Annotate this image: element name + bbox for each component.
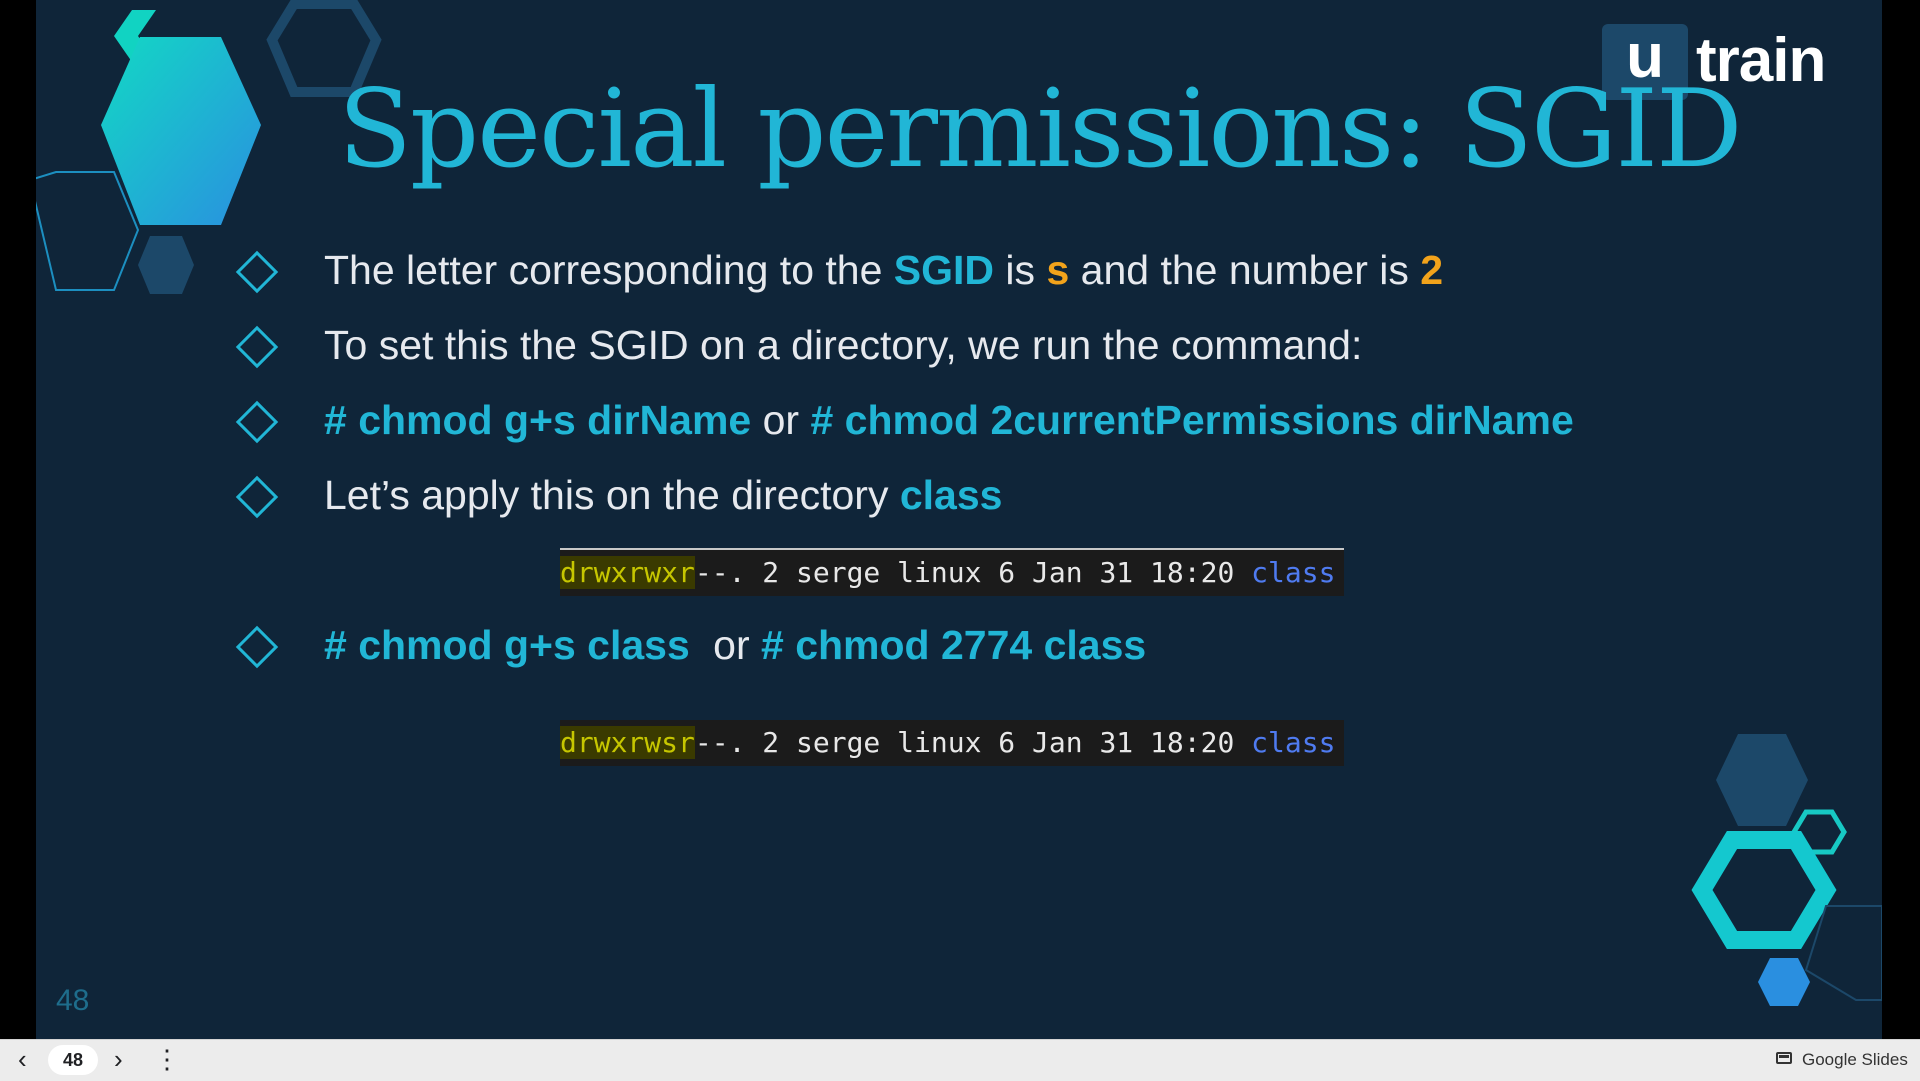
listing-name: class bbox=[1251, 556, 1336, 589]
terminal-output-before: drwxrwxr--. 2 serge linux 6 Jan 31 18:20… bbox=[560, 548, 1344, 596]
directory-name: class bbox=[899, 472, 1003, 518]
bullet-5: # chmod g+s class or # chmod 2774 class bbox=[36, 620, 1736, 680]
command-text: # chmod 2774 class bbox=[761, 622, 1147, 668]
bullet-text-part: and the number is bbox=[1069, 247, 1421, 293]
bullet-text-part: To set this the SGID on a directory, we … bbox=[324, 322, 1363, 368]
listing-name: class bbox=[1251, 726, 1336, 759]
slides-icon bbox=[1776, 1052, 1792, 1064]
diamond-bullet-icon bbox=[235, 325, 279, 369]
bullet-text-part: Let’s apply this on the directory bbox=[324, 472, 900, 518]
permission-text: drwxrwxr bbox=[560, 556, 695, 589]
bullet-text: The letter corresponding to the SGID is … bbox=[324, 245, 1443, 295]
diamond-bullet-icon bbox=[235, 625, 279, 669]
slide-title: Special permissions: SGID bbox=[338, 67, 1743, 192]
bullet-text-part: or bbox=[713, 622, 762, 668]
sgid-letter: s bbox=[1046, 247, 1070, 293]
listing-details: --. 2 serge linux 6 Jan 31 18:20 bbox=[694, 556, 1252, 589]
terminal-output-after: drwxrwsr--. 2 serge linux 6 Jan 31 18:20… bbox=[560, 720, 1344, 766]
slide-page-number: 48 bbox=[56, 984, 90, 1017]
bullet-4: Let’s apply this on the directory class bbox=[36, 470, 1736, 530]
hexagon-decoration bbox=[1716, 734, 1808, 826]
google-slides-link[interactable]: Google Slides bbox=[1776, 1050, 1916, 1074]
permission-text: drwxrwsr bbox=[560, 726, 695, 759]
bullet-text-part: The letter corresponding to the bbox=[324, 247, 894, 293]
hexagon-decoration bbox=[1758, 958, 1810, 1006]
bullet-text-part: is bbox=[994, 247, 1047, 293]
page-indicator[interactable]: 48 bbox=[48, 1045, 98, 1075]
sgid-label: SGID bbox=[893, 247, 995, 293]
diamond-bullet-icon bbox=[235, 475, 279, 519]
chevron-right-icon[interactable]: › bbox=[114, 1044, 123, 1075]
bullet-2: To set this the SGID on a directory, we … bbox=[36, 320, 1736, 380]
brand-label: Google Slides bbox=[1802, 1050, 1908, 1069]
slide: u train Special permissions: SGID The le… bbox=[36, 0, 1882, 1039]
command-text: # chmod g+s dirName bbox=[324, 397, 752, 443]
bullet-3: # chmod g+s dirName or # chmod 2currentP… bbox=[36, 395, 1736, 455]
presentation-controls: ‹ 48 › ⋮ Google Slides bbox=[0, 1039, 1920, 1081]
diamond-bullet-icon bbox=[235, 400, 279, 444]
bullet-text-part: or bbox=[751, 397, 811, 443]
command-text: # chmod g+s class bbox=[324, 622, 702, 668]
bullet-text: # chmod g+s dirName or # chmod 2currentP… bbox=[324, 395, 1574, 445]
bullet-text: Let’s apply this on the directory class bbox=[324, 470, 1002, 520]
hexagon-decoration bbox=[1691, 831, 1837, 949]
permission-string: drwxrwsr bbox=[560, 726, 695, 759]
sgid-number: 2 bbox=[1420, 247, 1444, 293]
bullet-text: To set this the SGID on a directory, we … bbox=[324, 320, 1362, 370]
bullet-text: # chmod g+s class or # chmod 2774 class bbox=[324, 620, 1146, 670]
command-text: # chmod 2currentPermissions dirName bbox=[810, 397, 1574, 443]
more-vert-icon[interactable]: ⋮ bbox=[154, 1044, 180, 1075]
diamond-bullet-icon bbox=[235, 250, 279, 294]
bullet-1: The letter corresponding to the SGID is … bbox=[36, 245, 1736, 305]
listing-details: --. 2 serge linux 6 Jan 31 18:20 bbox=[694, 726, 1252, 759]
chevron-left-icon[interactable]: ‹ bbox=[18, 1044, 27, 1075]
permission-string: drwxrwxr bbox=[560, 556, 695, 589]
